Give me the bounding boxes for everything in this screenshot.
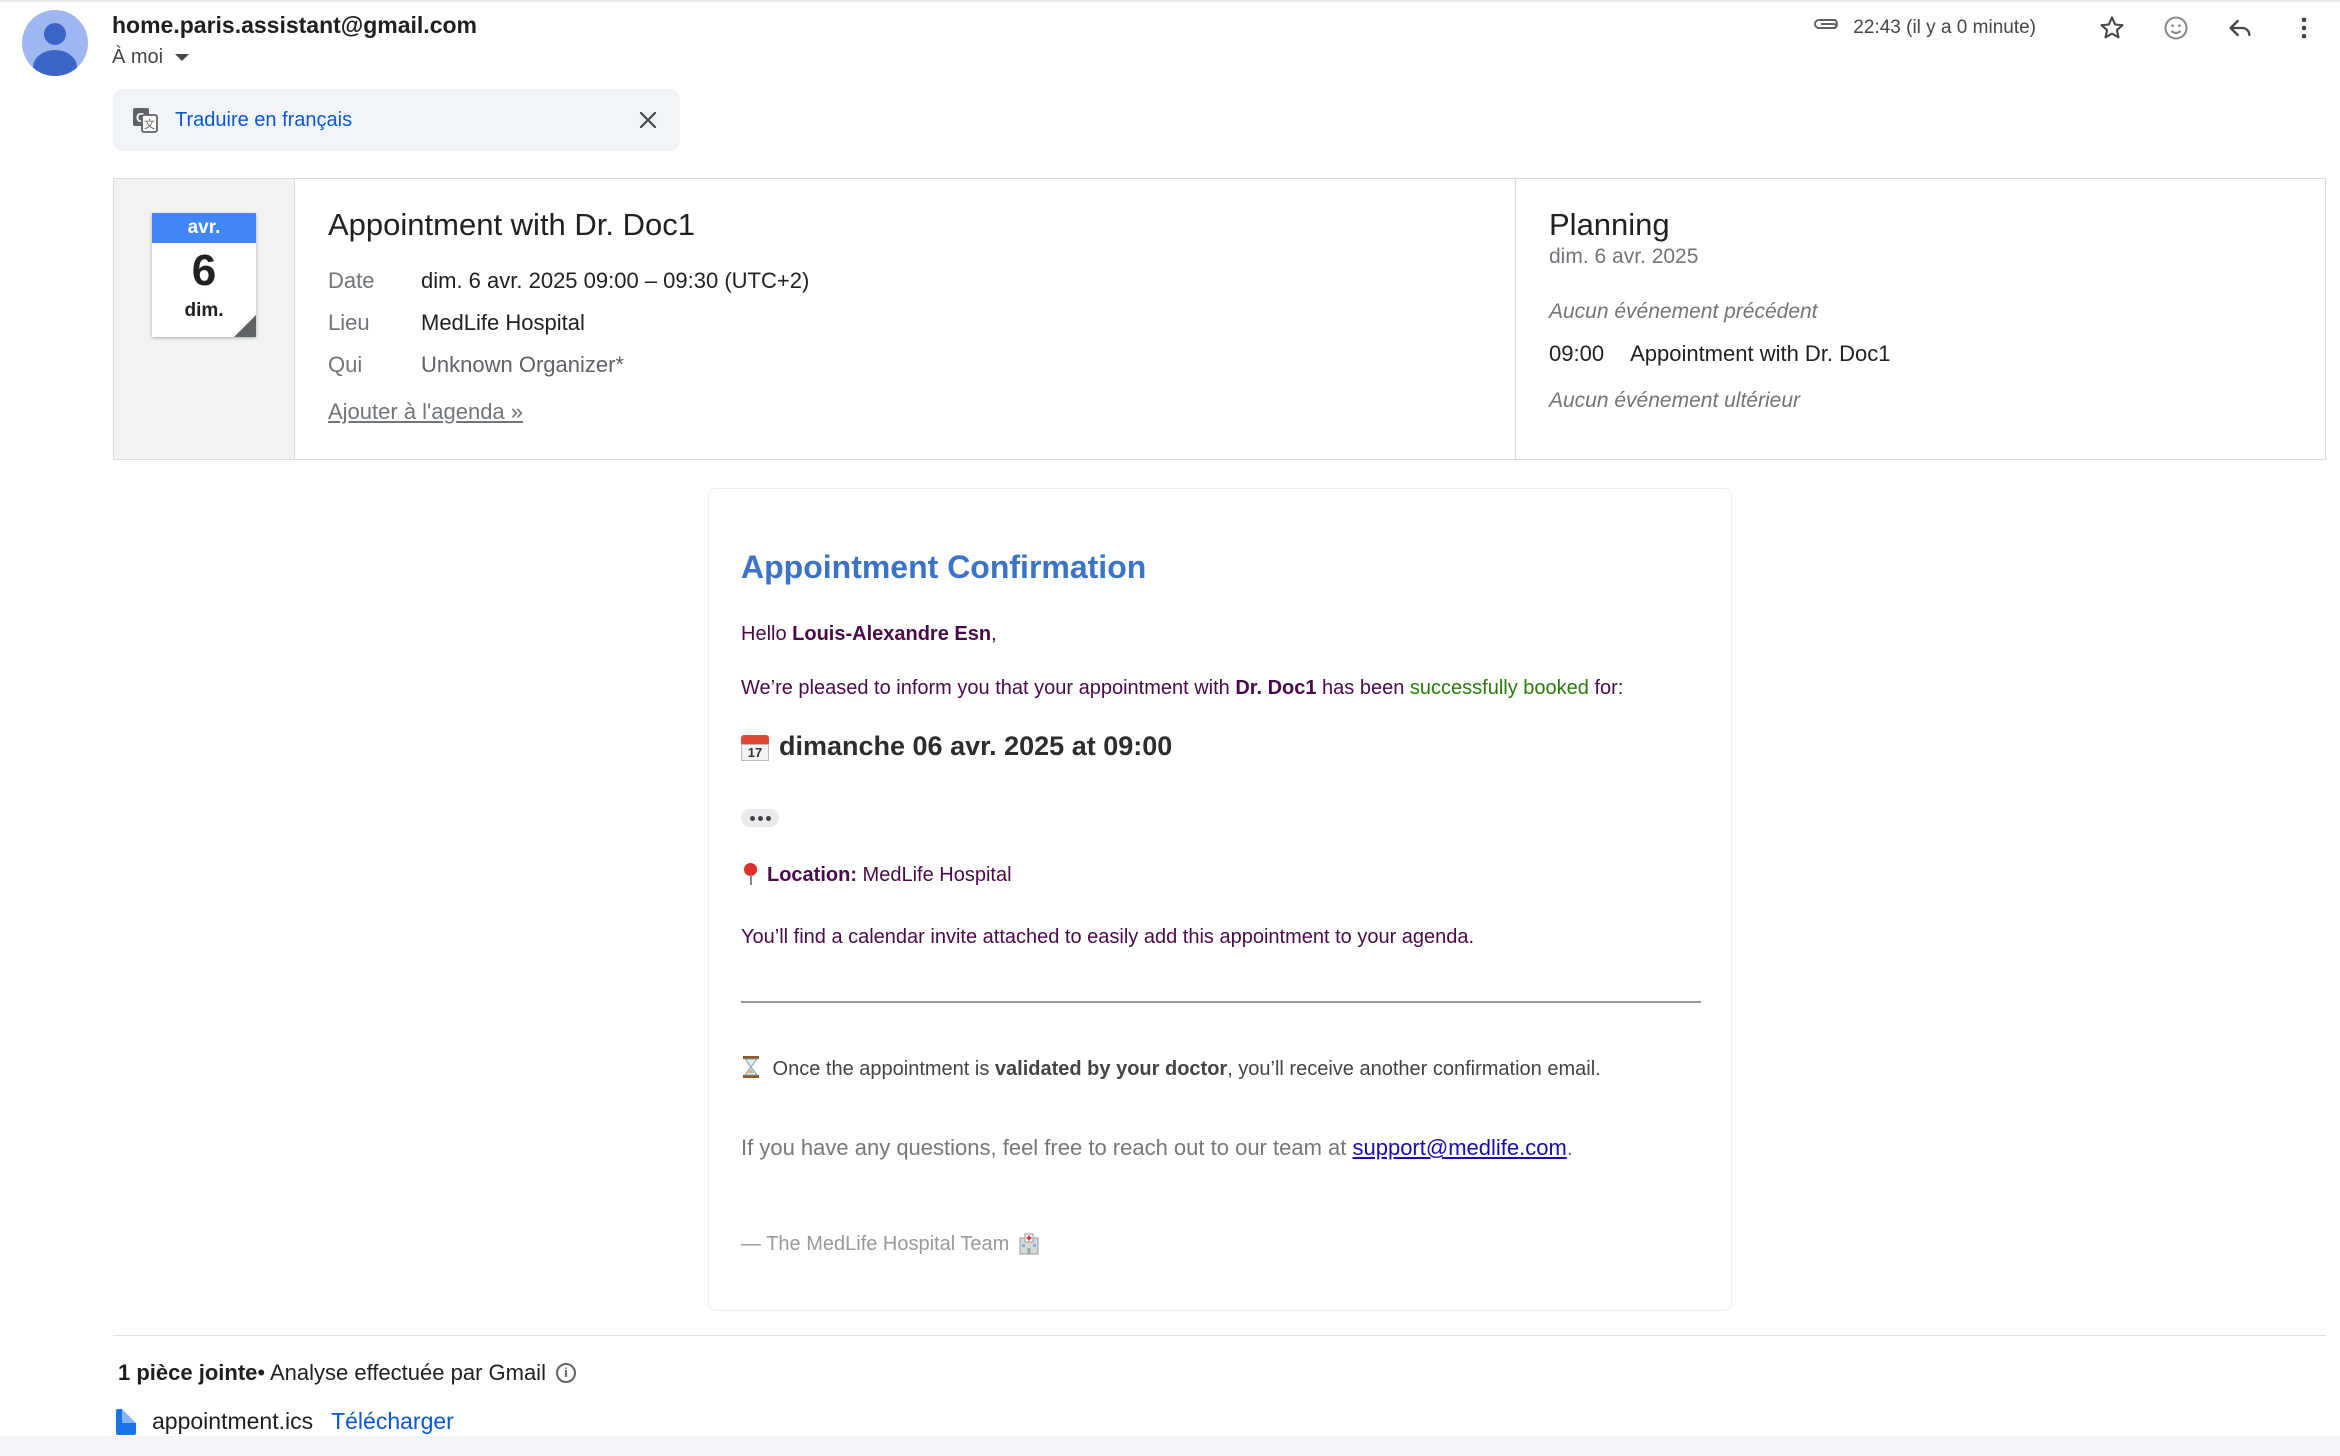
divider <box>741 1001 1701 1003</box>
more-vert-icon <box>2301 17 2307 39</box>
email-content: Appointment Confirmation Hello Louis-Ale… <box>708 488 1732 1311</box>
more-options-button[interactable] <box>2286 10 2322 46</box>
sender-address[interactable]: home.paris.assistant@gmail.com <box>112 12 477 39</box>
calendar-invite-card: avr. 6 dim. Appointment with Dr. Doc1 Da… <box>113 178 2326 460</box>
confirmation-paragraph: We’re pleased to inform you that your ap… <box>741 677 1623 700</box>
reply-icon <box>2229 19 2251 37</box>
attachment-count: 1 pièce jointe <box>118 1360 258 1385</box>
p1-part-a: We’re pleased to inform you that your ap… <box>741 677 1236 699</box>
bottom-bar <box>0 1436 2340 1456</box>
event-key: Lieu <box>328 310 370 335</box>
attachments-divider <box>113 1335 2326 1336</box>
scan-label: • Analyse effectuée par Gmail <box>257 1360 546 1385</box>
avatar-body-shape <box>33 50 77 76</box>
location-value: MedLife Hospital <box>857 864 1012 886</box>
badge-month: avr. <box>152 213 256 243</box>
show-trimmed-content-button[interactable] <box>741 809 779 827</box>
greeting-comma: , <box>991 623 997 645</box>
avatar-head-shape <box>44 23 66 45</box>
badge-day: 6 <box>191 246 217 295</box>
planning-event[interactable]: 09:00 Appointment with Dr. Doc1 <box>1549 341 1891 367</box>
info-icon[interactable]: i <box>555 1363 576 1383</box>
translate-link[interactable]: Traduire en français <box>175 109 352 132</box>
calendar-emoji-day: 17 <box>741 743 769 761</box>
email-title: Appointment Confirmation <box>741 549 1147 585</box>
header-actions: 22:43 (il y a 0 minute) <box>1813 10 2340 46</box>
page-fold-shape <box>234 315 256 337</box>
svg-text:文: 文 <box>144 117 155 131</box>
appointment-date-text: dimanche 06 avr. 2025 at 09:00 <box>779 731 1173 761</box>
recipient-label: À moi <box>112 46 164 68</box>
planning-event-time: 09:00 <box>1549 341 1605 366</box>
validation-part-c: , you’ll receive another confirmation em… <box>1227 1058 1601 1080</box>
event-key: Qui <box>328 352 363 377</box>
questions-paragraph: If you have any questions, feel free to … <box>741 1135 1573 1161</box>
invite-paragraph: You’ll find a calendar invite attached t… <box>741 926 1475 948</box>
download-link[interactable]: Télécharger <box>331 1408 454 1435</box>
hospital-icon <box>1019 1233 1039 1255</box>
no-next-event: Aucun événement ultérieur <box>1549 389 1800 412</box>
event-row-who: Qui Unknown Organizer* <box>328 352 624 378</box>
event-row-date: Date dim. 6 avr. 2025 09:00 – 09:30 (UTC… <box>328 268 809 294</box>
validation-part-a: Once the appointment is <box>767 1058 995 1080</box>
planning-panel: Planning dim. 6 avr. 2025 Aucun événemen… <box>1516 179 2325 459</box>
attachments-header: 1 pièce jointe • Analyse effectuée par G… <box>118 1360 576 1386</box>
success-text: successfully booked <box>1409 677 1589 699</box>
greeting: Hello Louis-Alexandre Esn, <box>741 623 997 646</box>
message-time: 22:43 (il y a 0 minute) <box>1853 17 2036 38</box>
support-email-link[interactable]: support@medlife.com <box>1352 1135 1566 1160</box>
location-label: Location: <box>767 864 857 886</box>
recipient-name: Louis-Alexandre Esn <box>792 623 992 645</box>
calendar-emoji-icon: 17 <box>741 733 769 761</box>
validation-bold: validated by your doctor <box>994 1058 1228 1080</box>
p1-part-c: for: <box>1588 677 1624 699</box>
event-details: Appointment with Dr. Doc1 Date dim. 6 av… <box>295 179 1516 459</box>
top-divider <box>0 0 2340 6</box>
emoji-reaction-button[interactable] <box>2158 10 2194 46</box>
questions-part-b: . <box>1566 1135 1573 1160</box>
event-value: dim. 6 avr. 2025 09:00 – 09:30 (UTC+2) <box>421 268 810 293</box>
event-value: MedLife Hospital <box>421 310 585 335</box>
location-line: Location: MedLife Hospital <box>741 863 1012 887</box>
reply-button[interactable] <box>2222 10 2258 46</box>
greeting-hello: Hello <box>741 623 793 645</box>
event-key: Date <box>328 268 375 293</box>
planning-date: dim. 6 avr. 2025 <box>1549 245 1699 268</box>
close-translate-button[interactable] <box>634 106 662 134</box>
planning-event-title: Appointment with Dr. Doc1 <box>1630 341 1891 366</box>
questions-part-a: If you have any questions, feel free to … <box>741 1135 1353 1160</box>
no-previous-event: Aucun événement précédent <box>1549 300 1818 323</box>
attachment-item: appointment.ics Télécharger <box>116 1408 454 1435</box>
add-to-calendar-link[interactable]: Ajouter à l'agenda » <box>328 399 523 425</box>
signature: — The MedLife Hospital Team <box>741 1232 1041 1256</box>
star-icon <box>2100 16 2124 39</box>
calendar-date-badge: avr. 6 dim. <box>152 213 256 337</box>
smiley-icon <box>2164 16 2188 40</box>
close-icon <box>639 111 657 129</box>
doctor-name: Dr. Doc1 <box>1235 677 1317 699</box>
attachment-filename[interactable]: appointment.ics <box>152 1408 313 1435</box>
signature-text: — The MedLife Hospital Team <box>741 1232 1010 1255</box>
hourglass-icon <box>743 1056 759 1078</box>
planning-title: Planning <box>1549 207 1670 242</box>
sender-avatar[interactable] <box>22 10 88 76</box>
attachment-icon <box>1814 19 1839 29</box>
p1-part-b: has been <box>1316 677 1410 699</box>
translate-icon: G 文 <box>133 108 158 133</box>
event-value: Unknown Organizer* <box>421 352 624 377</box>
pin-icon <box>741 863 761 885</box>
calendar-badge-panel: avr. 6 dim. <box>114 179 295 459</box>
event-row-location: Lieu MedLife Hospital <box>328 310 585 336</box>
file-icon <box>116 1408 136 1435</box>
star-button[interactable] <box>2094 10 2130 46</box>
appointment-date-line: 17 dimanche 06 avr. 2025 at 09:00 <box>741 731 1172 762</box>
caret-down-icon <box>175 54 190 61</box>
validation-paragraph: Once the appointment is validated by you… <box>741 1055 1601 1081</box>
event-title: Appointment with Dr. Doc1 <box>328 207 696 242</box>
translate-bar: G 文 Traduire en français <box>113 89 680 151</box>
recipient-dropdown[interactable]: À moi <box>112 46 190 69</box>
